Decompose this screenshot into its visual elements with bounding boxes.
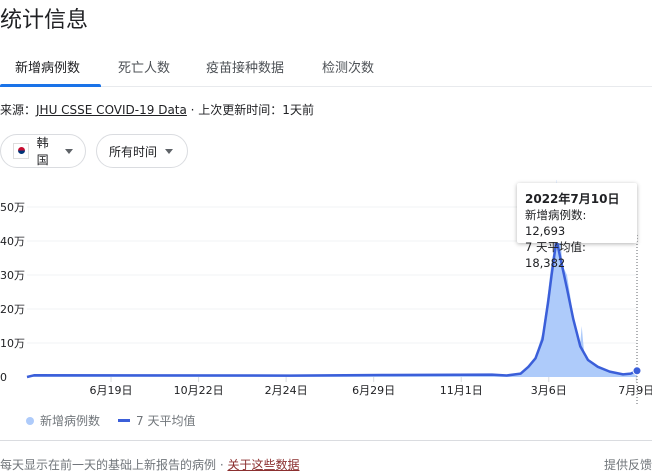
y-tick-label: 20万 xyxy=(0,303,25,316)
caret-down-icon xyxy=(165,148,174,154)
korea-flag-icon xyxy=(13,143,29,159)
footer-text: 每天显示在前一天的基础上新报告的病例 · xyxy=(0,458,228,472)
tab-vaccinations[interactable]: 疫苗接种数据 xyxy=(206,57,284,76)
y-tick-label: 50万 xyxy=(0,201,25,214)
tooltip-cases: 新增病例数: 12,693 xyxy=(525,208,587,238)
tab-tests[interactable]: 检测次数 xyxy=(322,57,374,76)
source-label: 来源： xyxy=(0,103,37,117)
feedback-link[interactable]: 提供反馈 xyxy=(604,456,652,473)
chart-legend: 新增病例数 7 天平均值 xyxy=(26,412,195,429)
caret-down-icon xyxy=(65,148,73,154)
updated-text: · 上次更新时间：1天前 xyxy=(186,103,314,117)
tab-deaths[interactable]: 死亡人数 xyxy=(118,57,170,76)
hover-point xyxy=(632,366,642,376)
page-title: 统计信息 xyxy=(0,8,89,33)
tab-new-cases[interactable]: 新增病例数 xyxy=(15,57,80,76)
legend-cases: 新增病例数 xyxy=(40,414,101,428)
x-tick-label: 3月6日 xyxy=(531,384,567,397)
x-tick-label: 11月1日 xyxy=(440,384,483,397)
footer-note: 每天显示在前一天的基础上新报告的病例 · 关于这些数据 xyxy=(0,456,299,473)
legend-cases-swatch xyxy=(26,416,34,425)
y-tick-label: 0 xyxy=(0,371,7,384)
legend-avg: 7 天平均值 xyxy=(136,414,196,428)
divider xyxy=(0,440,652,441)
about-data-link[interactable]: 关于这些数据 xyxy=(227,458,299,472)
tab-bar: 新增病例数 死亡人数 疫苗接种数据 检测次数 xyxy=(0,48,652,87)
x-tick-label: 2月24日 xyxy=(265,384,308,397)
country-dropdown[interactable]: 韩国 xyxy=(0,134,86,168)
x-tick-label: 6月29日 xyxy=(352,384,395,397)
legend-avg-swatch xyxy=(118,419,131,422)
range-label: 所有时间 xyxy=(109,144,158,159)
y-tick-label: 30万 xyxy=(0,269,25,282)
chart-tooltip: 2022年7月10日 新增病例数: 12,693 7 天平均值: 18,382 xyxy=(517,183,637,270)
x-tick-label: 7月9日 xyxy=(618,384,652,397)
x-tick-label: 10月22日 xyxy=(174,384,224,397)
tooltip-date: 2022年7月10日 xyxy=(525,192,620,206)
active-tab-indicator xyxy=(0,84,101,87)
source-line: 来源：JHU CSSE COVID-19 Data · 上次更新时间：1天前 xyxy=(0,101,314,118)
time-range-dropdown[interactable]: 所有时间 xyxy=(96,134,188,168)
y-tick-label: 40万 xyxy=(0,235,25,248)
country-label: 韩国 xyxy=(36,136,49,167)
y-tick-label: 10万 xyxy=(0,337,25,350)
x-tick-label: 6月19日 xyxy=(90,384,133,397)
source-link[interactable]: JHU CSSE COVID-19 Data xyxy=(36,103,187,117)
